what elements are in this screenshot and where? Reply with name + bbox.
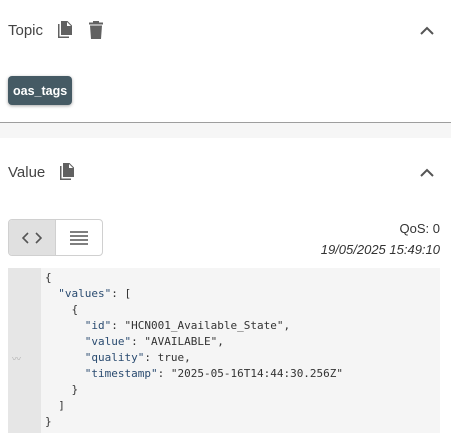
code-key: "timestamp" — [84, 367, 158, 380]
code-punct: , — [283, 319, 291, 332]
code-value: "AVAILABLE" — [144, 335, 218, 348]
list-icon — [69, 230, 88, 245]
json-code: { "values": [ { "id": "HCN001_Available_… — [45, 270, 343, 430]
copy-icon[interactable] — [55, 161, 77, 183]
code-value: "HCN001_Available_State" — [124, 319, 284, 332]
code-key: "values" — [58, 287, 112, 300]
chevron-up-icon[interactable] — [415, 160, 439, 184]
code-punct: , — [184, 351, 191, 364]
code-value: true — [157, 351, 185, 364]
code-punct: : — [144, 351, 158, 364]
value-section-header: Value — [0, 152, 451, 192]
qos-label: QoS: 0 — [399, 221, 440, 236]
code-brace: { — [45, 271, 52, 284]
editor-gutter: 〰 — [8, 268, 41, 433]
code-punct: , — [217, 335, 224, 348]
value-title: Value — [8, 163, 46, 181]
code-bracket: ] — [58, 399, 65, 412]
trash-icon[interactable] — [85, 19, 107, 41]
topic-chip[interactable]: oas_tags — [8, 76, 73, 105]
code-brace: } — [71, 383, 79, 396]
message-timestamp: 19/05/2025 15:49:10 — [320, 242, 440, 257]
code-punct: : — [157, 367, 171, 380]
copy-icon[interactable] — [53, 19, 75, 41]
topic-section-header: Topic — [0, 10, 451, 50]
code-view-button[interactable] — [9, 220, 56, 255]
code-icon — [21, 231, 42, 244]
sparkline-icon: 〰 — [12, 355, 22, 365]
code-punct: : [ — [111, 287, 132, 300]
topic-title: Topic — [8, 21, 44, 39]
list-view-button[interactable] — [56, 220, 103, 255]
code-key: "id" — [84, 319, 112, 332]
section-divider — [0, 122, 451, 138]
code-key: "quality" — [84, 351, 145, 364]
code-brace: } — [45, 415, 52, 428]
code-key: "value" — [84, 335, 132, 348]
code-value: "2025-05-16T14:44:30.256Z" — [170, 367, 344, 380]
payload-viewer: 〰 { "values": [ { "id": "HCN001_Availabl… — [8, 268, 440, 433]
view-toggle-group — [8, 219, 103, 256]
code-brace: { — [71, 303, 79, 316]
chevron-up-icon[interactable] — [415, 18, 439, 42]
code-punct: : — [131, 335, 145, 348]
code-punct: : — [111, 319, 125, 332]
